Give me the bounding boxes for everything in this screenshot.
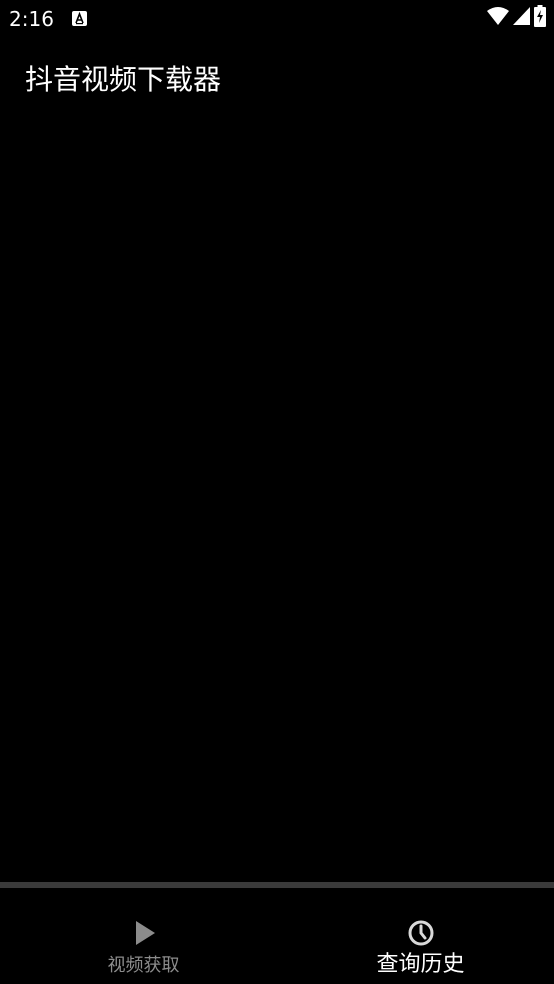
battery-charging-icon <box>534 5 546 31</box>
nav-label-video-fetch: 视频获取 <box>107 955 180 976</box>
nav-label-history: 查询历史 <box>376 952 465 977</box>
page-title: 抖音视频下载器 <box>25 63 222 96</box>
bottom-navigation: 视频获取 查询历史 <box>0 882 554 984</box>
nav-item-history[interactable]: 查询历史 <box>287 888 554 984</box>
status-icons <box>487 5 546 31</box>
play-icon <box>129 918 159 948</box>
status-bar: 2:16 <box>0 0 554 38</box>
font-a-icon <box>72 11 87 26</box>
history-clock-icon <box>406 918 436 948</box>
status-time: 2:16 <box>9 7 54 31</box>
nav-item-video-fetch[interactable]: 视频获取 <box>0 888 287 984</box>
wifi-icon <box>487 7 509 29</box>
cell-signal-icon <box>513 7 530 29</box>
main-content <box>0 120 554 882</box>
